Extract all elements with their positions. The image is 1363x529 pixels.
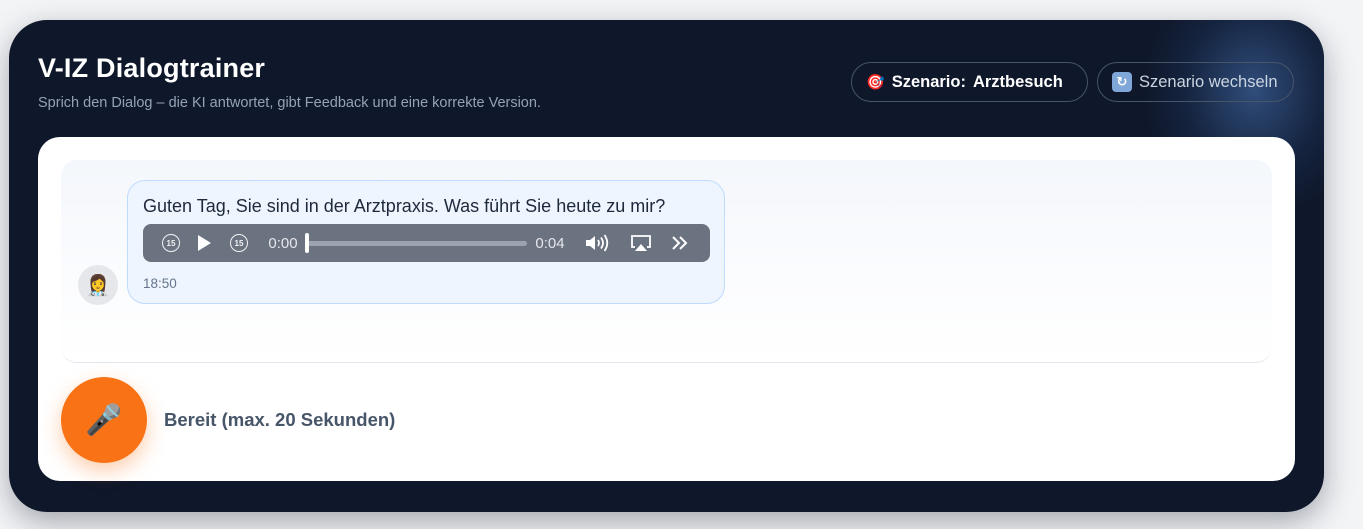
page-title: V-IZ Dialogtrainer	[38, 53, 266, 83]
volume-button[interactable]	[583, 224, 613, 262]
current-time: 0:00	[268, 234, 298, 252]
refresh-icon: ↻	[1112, 72, 1132, 92]
audio-player: 15 15 0:00 0:04	[143, 224, 710, 262]
skip-forward-icon: 15	[230, 234, 248, 252]
duration-time: 0:04	[535, 234, 565, 252]
page-subtitle: Sprich den Dialog – die KI antwortet, gi…	[38, 95, 541, 111]
play-icon	[197, 235, 211, 251]
skip-forward-button[interactable]: 15	[229, 224, 249, 262]
scenario-value: Arztbesuch	[972, 72, 1063, 91]
switch-scenario-button[interactable]: ↻ Szenario wechseln	[1097, 62, 1294, 102]
recorder-status: Bereit (max. 20 Sekunden)	[164, 409, 396, 430]
airplay-icon	[631, 235, 651, 251]
message-text: Guten Tag, Sie sind in der Arztpraxis. W…	[143, 196, 666, 216]
chevrons-right-icon	[672, 236, 688, 250]
dialog-card: 👩‍⚕️ Guten Tag, Sie sind in der Arztprax…	[38, 137, 1295, 481]
scenario-label: Szenario:	[891, 72, 966, 91]
audio-progress-track[interactable]	[307, 241, 527, 246]
skip-back-button[interactable]: 15	[161, 224, 181, 262]
microphone-icon: 🎤	[85, 403, 123, 437]
skip-back-icon: 15	[162, 234, 180, 252]
target-icon: 🎯	[866, 74, 885, 91]
message-timestamp: 18:50	[143, 276, 177, 291]
play-button[interactable]	[195, 224, 213, 262]
more-button[interactable]	[669, 224, 691, 262]
message-bubble: Guten Tag, Sie sind in der Arztpraxis. W…	[127, 180, 725, 304]
doctor-avatar-icon: 👩‍⚕️	[78, 265, 118, 305]
volume-icon	[586, 234, 609, 252]
airplay-button[interactable]	[629, 224, 653, 262]
switch-scenario-label: Szenario wechseln	[1139, 72, 1278, 91]
scenario-badge[interactable]: 🎯 Szenario: Arztbesuch	[851, 62, 1088, 102]
app-window: V-IZ Dialogtrainer Sprich den Dialog – d…	[9, 20, 1324, 512]
chat-area: 👩‍⚕️ Guten Tag, Sie sind in der Arztprax…	[61, 160, 1272, 363]
record-button[interactable]: 🎤	[61, 377, 147, 463]
audio-progress-thumb[interactable]	[305, 233, 309, 253]
